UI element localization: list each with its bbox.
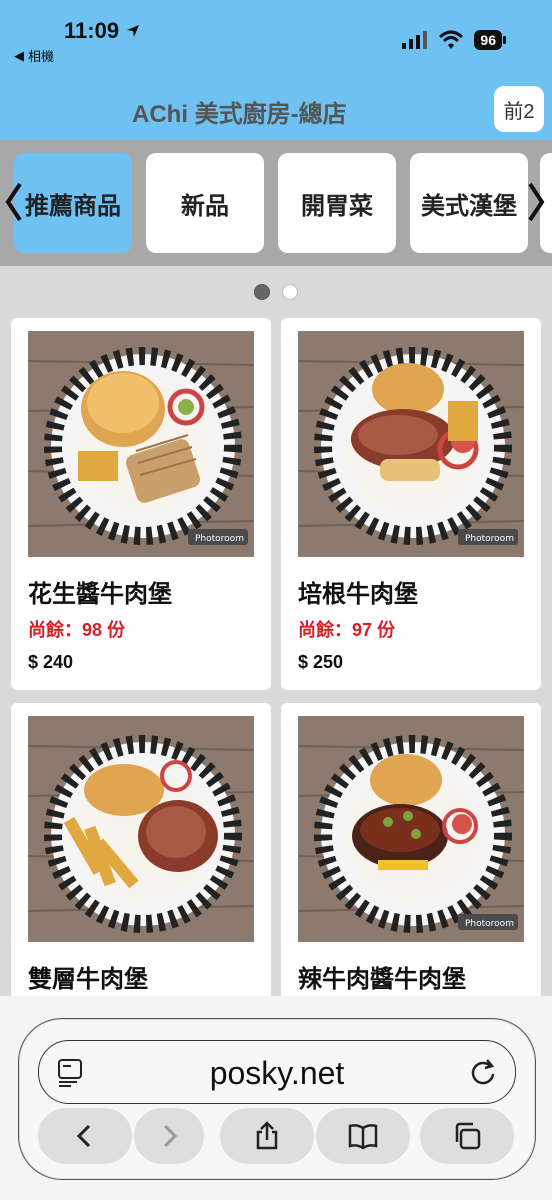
status-time: 11:09: [64, 18, 141, 44]
product-name: 辣牛肉醬牛肉堡: [298, 966, 466, 993]
wifi-icon: [439, 30, 464, 49]
product-card[interactable]: Photoroom 花生醬牛肉堡 尚餘：98 份 $ 240: [11, 318, 271, 690]
location-arrow-icon: [127, 25, 140, 37]
battery-icon: 96: [474, 30, 506, 50]
back-button[interactable]: [38, 1108, 132, 1164]
product-name: 花生醬牛肉堡: [28, 581, 172, 608]
product-photo-chili-burger: Photoroom: [298, 716, 524, 942]
forward-icon: [163, 1124, 178, 1148]
product-name: 雙層牛肉堡: [28, 966, 148, 993]
product-photo-bacon-burger: Photoroom: [298, 331, 524, 557]
page-indicator: [254, 284, 298, 300]
url-text: posky.net: [209, 1055, 345, 1091]
photo-watermark: Photoroom: [465, 919, 514, 929]
tabs-icon: [455, 1122, 481, 1150]
forward-button[interactable]: [134, 1108, 204, 1164]
time-label: 11:09: [64, 18, 120, 43]
share-button[interactable]: [220, 1108, 314, 1164]
product-card[interactable]: Photoroom 培根牛肉堡 尚餘：97 份 $ 250: [281, 318, 541, 690]
category-tab-appetizers[interactable]: 開胃菜: [278, 153, 396, 253]
category-tab-burgers[interactable]: 美式漢堡: [410, 153, 528, 253]
product-price: $ 250: [298, 652, 344, 672]
signal-icon: [402, 31, 428, 49]
product-price: $ 240: [28, 652, 74, 672]
photo-watermark: Photoroom: [195, 534, 244, 544]
back-icon: [76, 1124, 91, 1148]
back-app-label: 相機: [28, 49, 55, 64]
page-dot-1[interactable]: [254, 284, 270, 300]
app-header: 11:09 ◀ 相機 96 AChi 美式廚房-總店 前2: [0, 0, 552, 140]
product-stock: 尚餘：97 份: [298, 620, 396, 640]
bookmarks-icon: [348, 1124, 378, 1150]
product-name: 培根牛肉堡: [298, 581, 418, 608]
category-tab-recommended[interactable]: 推薦商品: [14, 153, 132, 253]
product-stock: 尚餘：98 份: [28, 620, 126, 640]
chevron-right-icon[interactable]: [524, 180, 548, 224]
bookmarks-button[interactable]: [316, 1108, 410, 1164]
back-triangle-icon: ◀: [14, 47, 24, 63]
category-bar: 推薦商品 新品 開胃菜 美式漢堡: [0, 140, 552, 266]
tabs-button[interactable]: [420, 1108, 514, 1164]
chevron-left-icon[interactable]: [2, 180, 26, 224]
photo-watermark: Photoroom: [465, 534, 514, 544]
page-dot-2[interactable]: [282, 284, 298, 300]
product-photo-double-burger: [28, 716, 254, 942]
back-to-app-link[interactable]: ◀ 相機: [14, 46, 54, 65]
queue-badge[interactable]: 前2: [494, 86, 544, 132]
share-icon: [256, 1121, 278, 1150]
store-title: AChi 美式廚房-總店: [132, 101, 347, 128]
address-bar[interactable]: posky.net: [38, 1040, 516, 1104]
status-indicators: 96: [402, 30, 506, 50]
reload-icon[interactable]: [469, 1057, 497, 1087]
product-photo-peanut-burger: Photoroom: [28, 331, 254, 557]
category-tab-new[interactable]: 新品: [146, 153, 264, 253]
